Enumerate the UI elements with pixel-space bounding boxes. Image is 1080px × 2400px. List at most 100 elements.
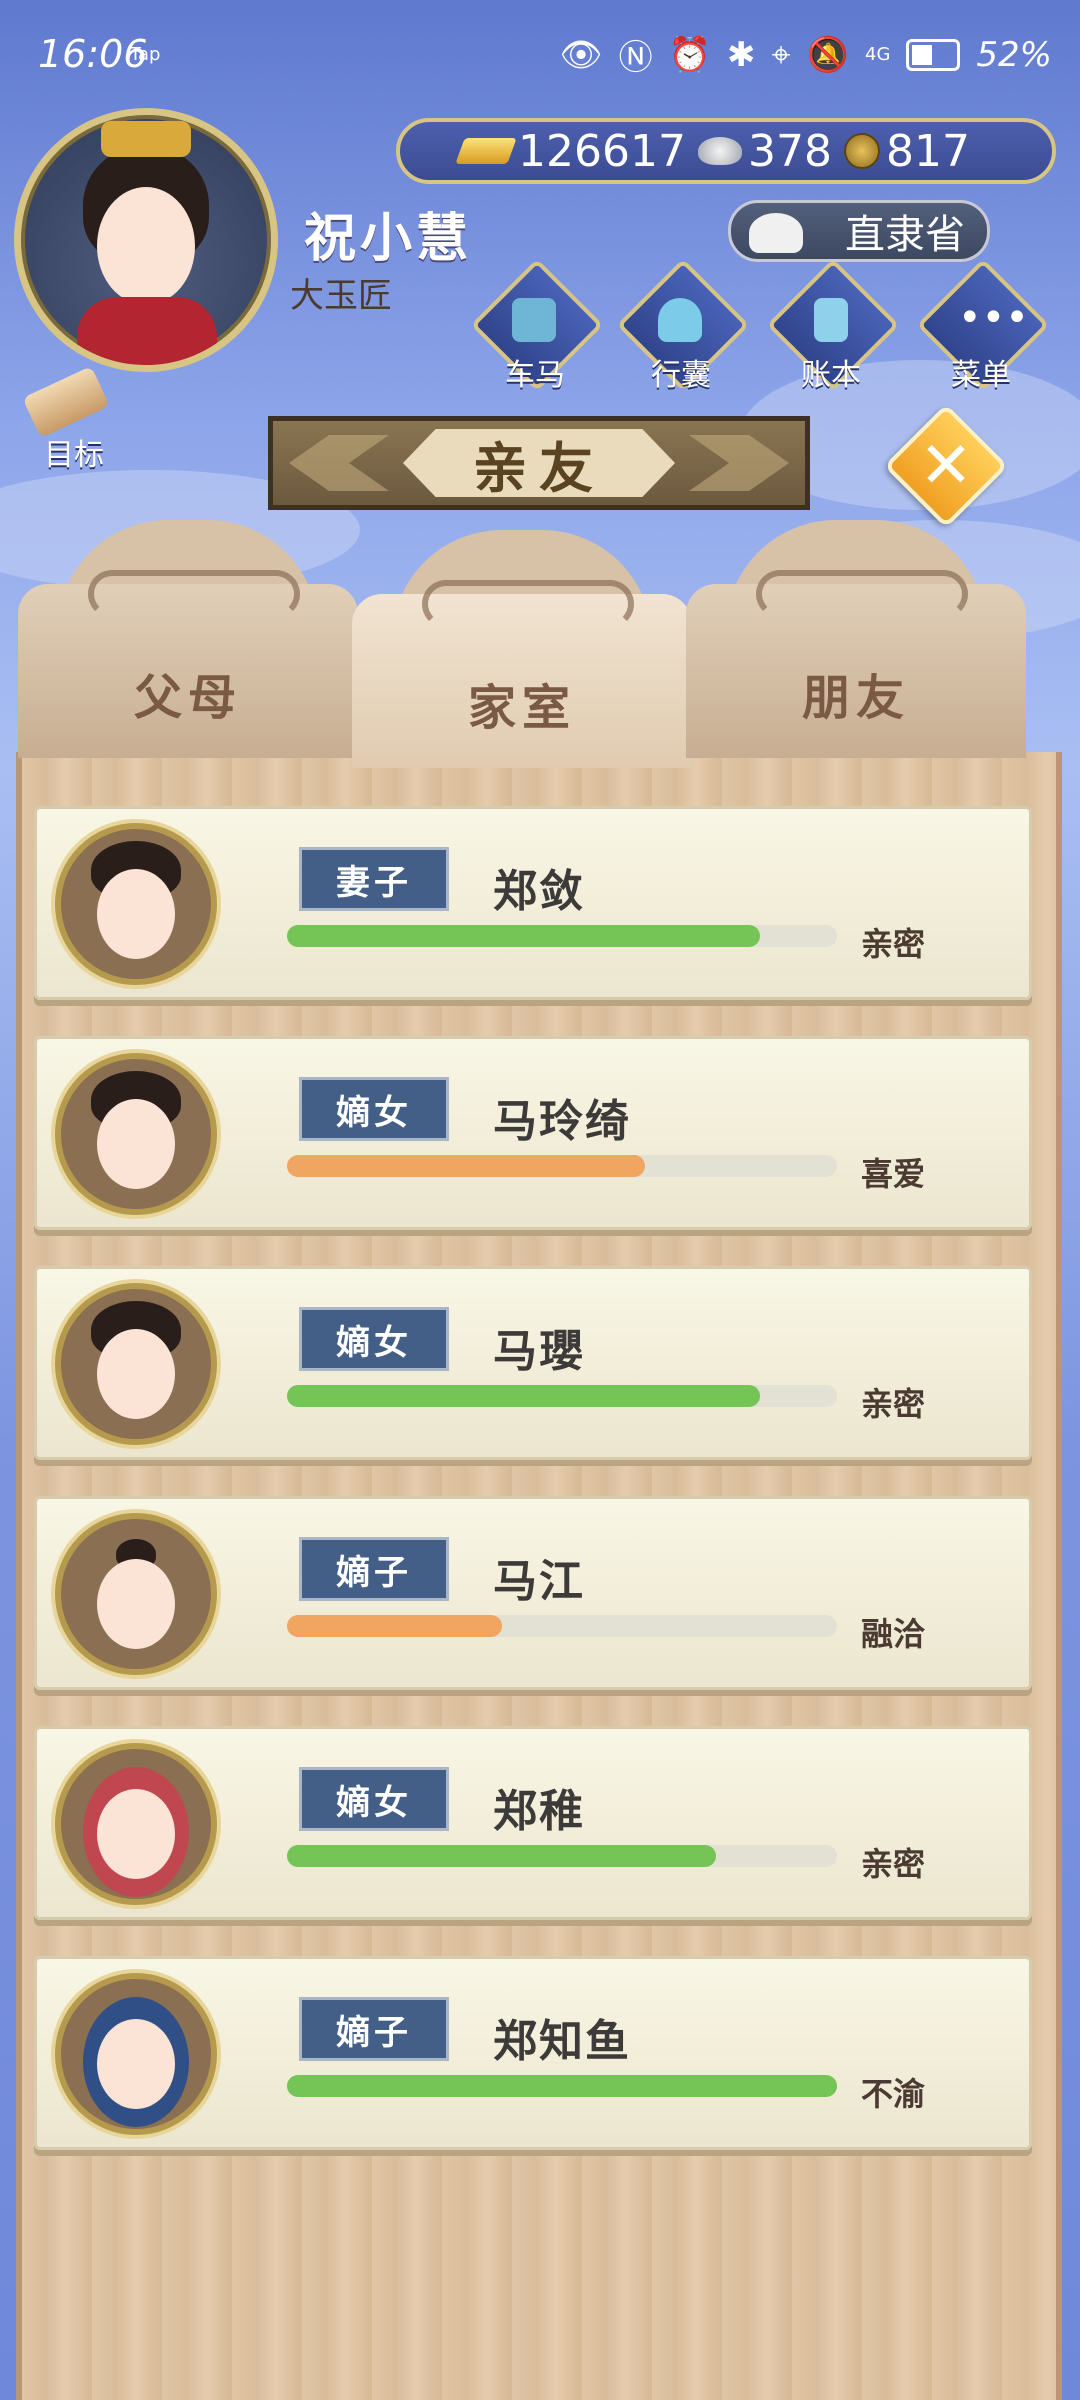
affinity-fill: [287, 2075, 837, 2097]
close-icon: ✕: [919, 429, 973, 503]
relationship-status: 亲密: [861, 925, 926, 963]
player-avatar[interactable]: [14, 108, 278, 372]
tab-friends[interactable]: 朋友: [686, 520, 1026, 758]
battery-icon: [906, 38, 961, 71]
member-role-badge: 嫡女: [299, 1307, 449, 1371]
inkstone-icon: [749, 213, 803, 253]
tab-parents[interactable]: 父母: [18, 520, 358, 758]
member-role-badge: 妻子: [299, 847, 449, 911]
tab-label: 朋友: [801, 670, 910, 726]
bundle-icon: [658, 298, 702, 342]
affinity-fill: [287, 925, 760, 947]
member-card[interactable]: 嫡子 郑知鱼 不渝: [34, 1956, 1032, 2150]
member-name: 马玲绮: [493, 1096, 631, 1147]
gold-ingot-icon: [455, 138, 517, 164]
nav-label: 车马: [505, 358, 565, 393]
member-role-badge: 嫡女: [299, 1077, 449, 1141]
goal-label: 目标: [44, 438, 104, 473]
member-avatar: [55, 1743, 217, 1905]
avatar-face: [97, 869, 175, 959]
relationship-status: 融洽: [861, 1615, 926, 1653]
member-card[interactable]: 嫡女 马玲绮 喜爱: [34, 1036, 1032, 1230]
member-card[interactable]: 嫡女 马瓔 亲密: [34, 1266, 1032, 1460]
location-name: 直隶省: [845, 212, 965, 258]
player-title: 大玉匠: [290, 276, 392, 316]
member-avatar: [55, 1053, 217, 1215]
member-card[interactable]: 妻子 郑敛 亲密: [34, 806, 1032, 1000]
member-card[interactable]: 嫡女 郑稚 亲密: [34, 1726, 1032, 1920]
affinity-fill: [287, 1385, 760, 1407]
tab-label: 父母: [133, 670, 242, 726]
battery-percent: 52%: [976, 34, 1052, 75]
avatar-robe: [77, 297, 217, 365]
relationship-status: 喜爱: [861, 1155, 926, 1193]
member-role-badge: 嫡子: [299, 1537, 449, 1601]
silver-ingot-icon: [697, 137, 742, 165]
nav-menu-button[interactable]: ••• 菜单: [916, 258, 1050, 393]
member-name: 郑知鱼: [493, 2016, 631, 2067]
affinity-bar: [287, 1615, 837, 1637]
panel-title: 亲友: [403, 429, 675, 497]
member-avatar: [55, 1283, 217, 1445]
cloud-swirl-icon: [88, 570, 300, 618]
alarm-icon: ⏰: [668, 34, 712, 75]
avatar-face: [97, 187, 195, 305]
currency-bar: 126617 378 817: [396, 118, 1056, 184]
nfc-icon: Ⓝ: [618, 38, 653, 78]
member-avatar: [55, 823, 217, 985]
crown-icon: [101, 121, 191, 157]
bluetooth-icon: ✱: [727, 34, 756, 75]
cloud-swirl-icon: [422, 580, 634, 628]
player-name: 祝小慧: [304, 209, 473, 269]
status-icons: 👁 Ⓝ ⏰ ✱ ⌖ 🔕 4G 52%: [560, 30, 1053, 79]
member-role-badge: 嫡女: [299, 1767, 449, 1831]
avatar-face: [97, 2019, 175, 2109]
avatar-face: [97, 1789, 175, 1879]
member-name: 马江: [493, 1556, 585, 1607]
copper-amount: 817: [885, 125, 970, 177]
nav-label: 行囊: [651, 358, 711, 393]
menu-icon: •••: [958, 295, 1029, 341]
scroll-icon: [22, 366, 110, 438]
affinity-bar: [287, 2075, 837, 2097]
tab-family[interactable]: 家室: [352, 530, 692, 768]
location-icon: ⌖: [771, 34, 791, 75]
member-name: 郑稚: [493, 1786, 585, 1837]
member-card[interactable]: 嫡子 马江 融洽: [34, 1496, 1032, 1690]
avatar-face: [97, 1329, 175, 1419]
signal-icon: 4G: [865, 44, 891, 65]
carriage-icon: [512, 298, 556, 342]
member-name: 郑敛: [493, 866, 585, 917]
relationship-status: 亲密: [861, 1385, 926, 1423]
nav-ledger-button[interactable]: 账本: [766, 258, 900, 393]
member-avatar: [55, 1973, 217, 2135]
affinity-fill: [287, 1845, 716, 1867]
tab-label: 家室: [467, 680, 576, 736]
affinity-fill: [287, 1155, 645, 1177]
cloud-swirl-icon: [756, 570, 968, 618]
member-avatar: [55, 1513, 217, 1675]
relationship-status: 亲密: [861, 1845, 926, 1883]
relationship-status: 不渝: [861, 2075, 926, 2113]
location-badge[interactable]: 直隶省: [728, 200, 990, 262]
affinity-bar: [287, 1845, 837, 1867]
chevron-decoration: [289, 435, 389, 491]
affinity-fill: [287, 1615, 502, 1637]
mute-icon: 🔕: [806, 34, 850, 75]
status-bar: 16:06 Tap 👁 Ⓝ ⏰ ✱ ⌖ 🔕 4G 52%: [0, 0, 1080, 110]
goal-button[interactable]: 目标: [18, 366, 118, 473]
ledger-icon: [814, 298, 848, 342]
nav-bundle-button[interactable]: 行囊: [616, 258, 750, 393]
gold-amount: 126617: [518, 125, 686, 177]
affinity-bar: [287, 925, 837, 947]
member-role-badge: 嫡子: [299, 1997, 449, 2061]
chevron-decoration: [689, 435, 789, 491]
avatar-face: [97, 1559, 175, 1649]
member-name: 马瓔: [493, 1326, 585, 1377]
avatar-face: [97, 1099, 175, 1189]
affinity-bar: [287, 1385, 837, 1407]
tap-indicator: Tap: [130, 44, 161, 65]
nav-carriage-button[interactable]: 车马: [470, 258, 604, 393]
eye-icon: 👁: [559, 34, 603, 75]
panel-title-plaque: 亲友: [268, 416, 810, 510]
